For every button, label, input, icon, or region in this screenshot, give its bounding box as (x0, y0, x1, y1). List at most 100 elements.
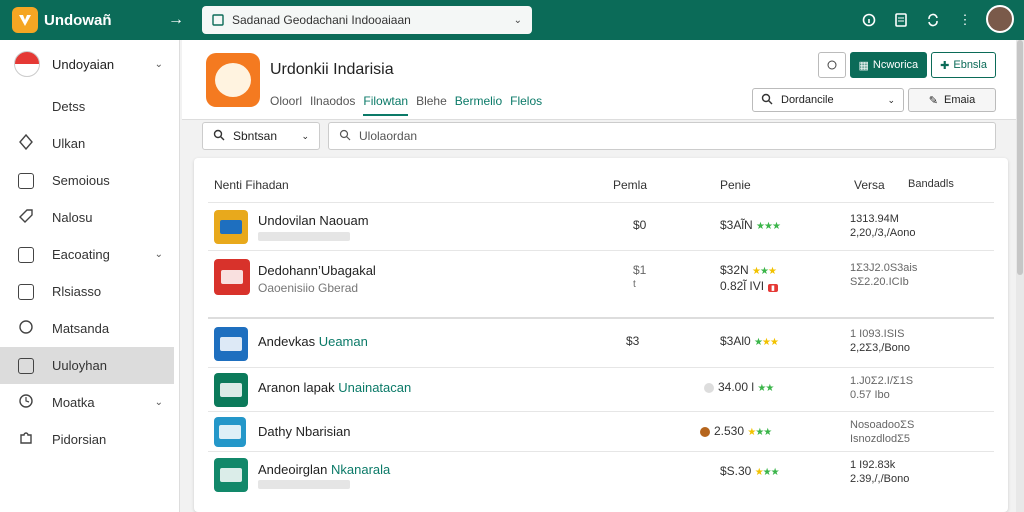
window-icon (212, 11, 224, 29)
search-icon (339, 129, 351, 144)
clock-icon (18, 393, 34, 412)
row-price: $3 (626, 334, 640, 348)
page-title: Urdonkii Indarisia (270, 61, 394, 78)
chevron-down-icon: ⌄ (301, 130, 309, 141)
sidebar-item-detss[interactable]: Detss (0, 88, 179, 125)
column-header[interactable]: Pemla (613, 178, 647, 192)
sort-select[interactable]: Dordancile ⌄ (752, 88, 904, 112)
version-secondary: 2.39,/,/Bono (850, 473, 910, 485)
sidebar-item-uuloyhan[interactable]: Uuloyhan (0, 347, 174, 384)
row-version: 1Σ3J2.0S3ais SΣ2.20.ICIb (850, 261, 917, 289)
sidebar-item-moatka[interactable]: Moatka ⌄ (0, 384, 179, 421)
filter-search-input[interactable]: Ulolaordan (328, 122, 996, 150)
sidebar-item-nalosu[interactable]: Nalosu (0, 199, 179, 236)
sale-badge: ▮ (768, 284, 778, 292)
info-button[interactable] (817, 52, 846, 78)
table-header: Nenti Fihadan Pemla Penie Versa Bandadls (194, 158, 1008, 204)
scrollbar-thumb[interactable] (1017, 40, 1023, 275)
row-name: Andevkas Ueaman (258, 334, 368, 349)
top-search[interactable]: Sadanad Geodachani Indooaiaan ⌄ (202, 6, 532, 34)
table-row[interactable]: Aranon lapak Unainatacan 34.00 l ★★ 1.J0… (208, 367, 994, 411)
app-header: Urdonkii Indarisia Oloorl Ilnaodos Filow… (182, 40, 1024, 120)
sync-icon[interactable] (924, 11, 942, 29)
version-secondary: 2,2Σ3,/Bono (850, 342, 911, 354)
chevron-down-icon: ⌄ (154, 58, 163, 70)
nav-forward-icon[interactable]: → (156, 11, 196, 29)
star-icon: ★★★ (756, 221, 781, 232)
tab-filowtan[interactable]: Filowtan (363, 94, 409, 116)
sidebar-item-label: Semoious (52, 173, 110, 188)
results-table: Nenti Fihadan Pemla Penie Versa Bandadls… (194, 158, 1008, 512)
row-subtitle: Oaoenisiio Gberad (258, 281, 359, 295)
rating-value: $3Al0 (720, 334, 751, 348)
sidebar-item-matsanda[interactable]: Matsanda (0, 310, 179, 347)
sidebar-item-pidorsian[interactable]: Pidorsian (0, 421, 179, 458)
column-header[interactable]: Penie (720, 178, 751, 192)
sidebar-item-label: Eacoating (52, 247, 110, 262)
table-row[interactable]: Andeoirglan Nkanarala $S.30 ★★★ 1 I92.83… (208, 451, 994, 499)
column-header[interactable]: Versa (854, 178, 885, 192)
column-header[interactable]: Bandadls (908, 178, 954, 190)
edit-button-label: Emaia (944, 94, 976, 106)
app-icon (214, 417, 246, 447)
app-icon (214, 259, 250, 295)
search-placeholder: Ulolaordan (359, 129, 418, 143)
rating-secondary: 0.82l̃ IVI (720, 279, 765, 293)
sidebar-item-rlsiasso[interactable]: Rlsiasso (0, 273, 179, 310)
tab-blehe[interactable]: Blehe (416, 94, 447, 116)
chevron-down-icon: ⌄ (154, 397, 163, 408)
status-dot-icon (700, 426, 710, 437)
chevron-down-icon: ⌄ (887, 94, 895, 105)
table-row[interactable]: Dathy Nbarisian 2.530 ★★★ NosoadooΣS Isn… (208, 411, 994, 451)
row-name: Dedohann’Ubagakal (258, 263, 376, 278)
primary-button[interactable]: ▦ Ncworica (849, 52, 928, 78)
sidebar-item-eacoating[interactable]: Eacoating ⌄ (0, 236, 179, 273)
version-primary: 1.J0Σ2.I/Σ1S (850, 375, 914, 387)
outline-button-label: Ebnsla (953, 59, 987, 71)
row-placeholder-bar (258, 480, 350, 489)
row-price: $0 (633, 218, 647, 232)
app-icon (214, 327, 248, 361)
version-primary: 1 I093.ISIS (850, 328, 905, 340)
table-row[interactable]: Dedohann’Ubagakal Oaoenisiio Gberad $1 t… (208, 250, 994, 317)
info-icon[interactable] (860, 11, 878, 29)
column-header[interactable]: Nenti Fihadan (214, 178, 289, 192)
tab-bermelio[interactable]: Bermelio (455, 94, 502, 116)
row-rating: 2.530 ★★★ (700, 424, 772, 438)
edit-button[interactable]: ✎ Emaia (908, 88, 996, 112)
table-row[interactable]: Undovilan Naouam $0 $3Al̃N ★★★ 1313.94M … (208, 202, 994, 250)
table-row[interactable]: Andevkas Ueaman $3 $3Al0 ★★★ 1 I093.ISIS… (208, 317, 994, 367)
version-secondary: 2,20,/3,/Aono (850, 227, 916, 239)
tab-oloorl[interactable]: Oloorl (270, 94, 302, 116)
chevron-down-icon: ⌄ (154, 249, 163, 260)
tab-ilnaodos[interactable]: Ilnaodos (310, 94, 355, 116)
star-icon: ★★★ (747, 427, 772, 438)
sidebar-item-label: Pidorsian (52, 432, 107, 447)
version-primary: NosoadooΣS (850, 419, 915, 431)
scrollbar[interactable] (1016, 40, 1024, 512)
document-icon[interactable] (892, 11, 910, 29)
tag-icon (18, 208, 34, 227)
row-name: Undovilan Naouam (258, 213, 369, 228)
more-icon[interactable]: ⋮ (956, 11, 974, 29)
calendar-icon: ▦ (858, 59, 869, 72)
brand-name: Undowañ (44, 11, 112, 29)
filter-select[interactable]: Sbntsan ⌄ (202, 122, 320, 150)
version-secondary: SΣ2.20.ICIb (850, 276, 909, 288)
sort-select-value: Dordancile (781, 94, 834, 106)
row-version: 1 I093.ISIS 2,2Σ3,/Bono (850, 327, 910, 355)
outline-button[interactable]: ✚ Ebnsla (931, 52, 996, 78)
sidebar-item-semoious[interactable]: Semoious (0, 162, 179, 199)
sidebar-header[interactable]: Undoyaian ⌄ (0, 40, 179, 88)
folder-icon (18, 357, 34, 374)
version-primary: 1 I92.83k (850, 459, 896, 471)
sidebar-item-ulkan[interactable]: Ulkan (0, 125, 179, 162)
rating-value: 2.530 (714, 424, 745, 438)
row-rating: $32N ★★★ (720, 263, 777, 277)
brand[interactable]: Undowañ (12, 7, 152, 33)
star-icon: ★★ (757, 383, 774, 394)
tab-flelos[interactable]: Flelos (510, 94, 542, 116)
row-name: Aranon lapak Unainatacan (258, 380, 412, 395)
top-bar: Undowañ → Sadanad Geodachani Indooaiaan … (0, 0, 1024, 40)
avatar[interactable] (986, 5, 1014, 33)
